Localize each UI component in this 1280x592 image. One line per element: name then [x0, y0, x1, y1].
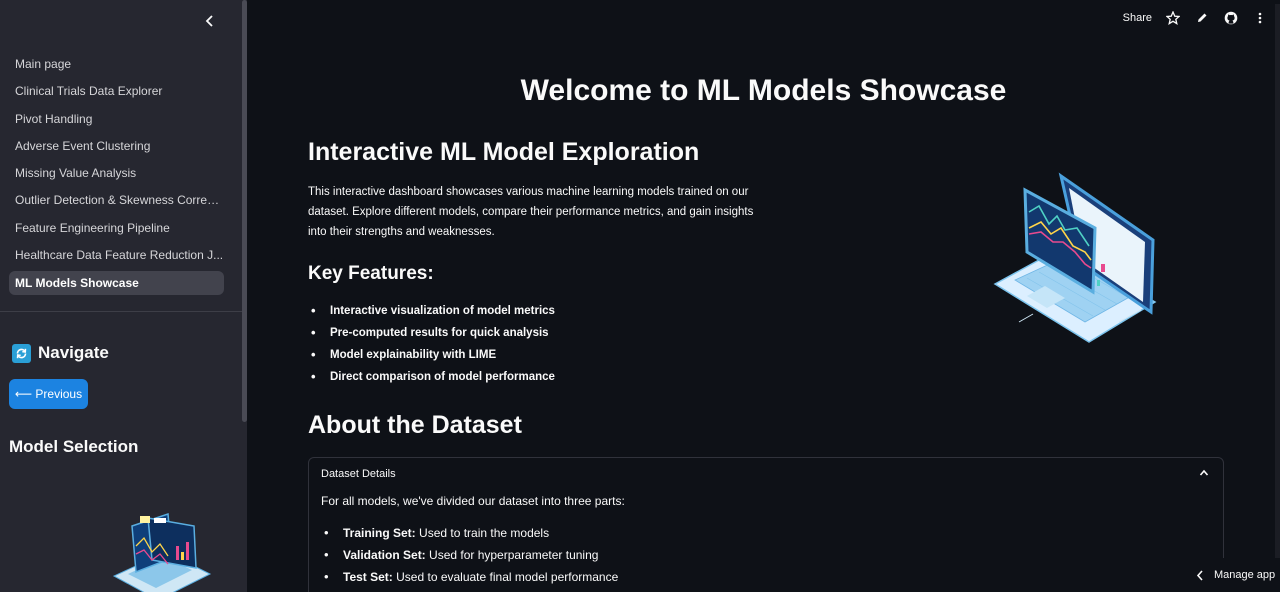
model-selection-heading: Model Selection: [9, 437, 139, 456]
section-heading-exploration: Interactive ML Model Exploration: [308, 138, 700, 166]
list-item: Test Set: Used to evaluate final model p…: [321, 567, 618, 589]
manage-app-label: Manage app: [1214, 569, 1276, 581]
list-item-desc: Used to train the models: [415, 526, 550, 540]
sidebar-collapse-button[interactable]: [200, 10, 220, 32]
list-item-term: Test Set:: [343, 570, 393, 584]
manage-app-button[interactable]: Manage app: [1186, 558, 1280, 592]
page-title: Welcome to ML Models Showcase: [520, 74, 1007, 107]
sidebar-item-main-page[interactable]: Main page: [9, 52, 224, 79]
list-item-desc: Used to evaluate final model performance: [392, 570, 619, 584]
sidebar-item-outlier-detection[interactable]: Outlier Detection & Skewness Correct...: [9, 188, 224, 215]
chevron-left-icon: [1196, 569, 1203, 581]
list-item: Training Set: Used to train the models: [321, 523, 618, 545]
list-item: Interactive visualization of model metri…: [308, 301, 555, 323]
list-item: Model explainability with LIME: [308, 345, 555, 367]
expander-header[interactable]: Dataset Details: [321, 468, 396, 480]
key-features-heading: Key Features:: [308, 263, 434, 284]
sidebar-item-adverse-event[interactable]: Adverse Event Clustering: [9, 134, 224, 161]
sidebar-item-ml-models[interactable]: ML Models Showcase: [9, 271, 224, 296]
expander-intro: For all models, we've divided our datase…: [321, 494, 625, 508]
intro-paragraph: This interactive dashboard showcases var…: [308, 186, 754, 238]
dataset-details-expander: Dataset Details For all models, we've di…: [308, 457, 1224, 592]
sidebar-item-clinical-trials[interactable]: Clinical Trials Data Explorer: [9, 79, 224, 106]
dataset-split-list: Training Set: Used to train the models V…: [321, 523, 618, 589]
main-content: Welcome to ML Models Showcase Interactiv…: [247, 0, 1280, 592]
features-list: Interactive visualization of model metri…: [308, 301, 555, 389]
dataset-heading: About the Dataset: [308, 411, 522, 439]
list-item: Direct comparison of model performance: [308, 367, 555, 389]
refresh-icon: [12, 343, 31, 363]
sidebar-nav: Main page Clinical Trials Data Explorer …: [9, 52, 224, 296]
sidebar-divider: [0, 311, 242, 312]
sidebar: Main page Clinical Trials Data Explorer …: [0, 0, 247, 592]
previous-button[interactable]: ⟵ Previous: [9, 379, 88, 409]
navigate-heading: Navigate: [12, 343, 109, 363]
list-item-desc: Used for hyperparameter tuning: [425, 548, 599, 562]
list-item-term: Training Set:: [343, 526, 416, 540]
list-item: Validation Set: Used for hyperparameter …: [321, 545, 618, 567]
sidebar-item-feature-reduction[interactable]: Healthcare Data Feature Reduction J...: [9, 243, 224, 270]
laptop-dashboard-illustration-icon: [993, 172, 1157, 343]
sidebar-item-missing-value[interactable]: Missing Value Analysis: [9, 161, 224, 188]
chevron-up-icon[interactable]: [1199, 466, 1209, 480]
list-item-term: Validation Set:: [343, 548, 426, 562]
sidebar-item-feature-engineering[interactable]: Feature Engineering Pipeline: [9, 216, 224, 243]
chevron-left-icon: [205, 15, 213, 27]
laptop-illustration-icon: [112, 512, 212, 592]
sidebar-item-pivot-handling[interactable]: Pivot Handling: [9, 107, 224, 134]
list-item: Pre-computed results for quick analysis: [308, 323, 555, 345]
navigate-heading-text: Navigate: [38, 343, 109, 362]
